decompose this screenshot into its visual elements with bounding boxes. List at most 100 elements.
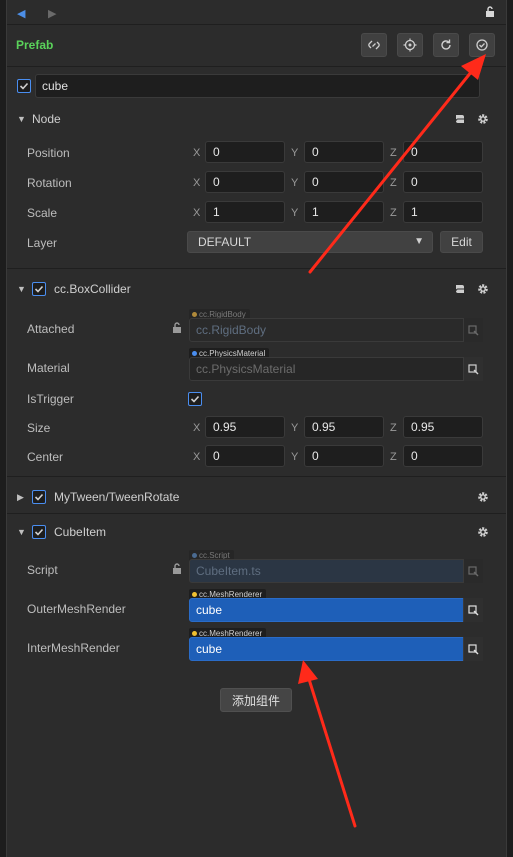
size-label: Size [27,421,51,435]
axis-y-label: Y [291,207,299,219]
prefab-label: Prefab [16,38,54,52]
node-active-checkbox[interactable] [17,79,31,93]
axis-x-label: X [193,147,201,159]
axis-x-label: X [193,177,201,189]
script-field: CubeItem.ts [189,559,483,583]
center-label: Center [27,450,64,464]
node-name-input[interactable]: cube [35,74,480,98]
axis-y-label: Y [291,147,299,159]
axis-x-label: X [193,207,201,219]
expand-triangle-icon: ▼ [17,114,26,124]
expand-triangle-icon: ▼ [17,527,26,537]
size-x-input[interactable]: 0.95 [205,416,285,438]
center-z-input[interactable]: 0 [403,445,483,467]
inspector-panel: ◀ ▶ Prefab cube ▼ Node Position X 0 Y 0 … [6,0,507,857]
axis-x-label: X [193,422,201,434]
axis-z-label: Z [390,451,397,463]
lock-icon [172,322,182,336]
attached-label: Attached [27,322,75,336]
axis-z-label: Z [390,207,397,219]
node-section-header[interactable]: ▼ Node [17,108,497,130]
pick-icon [468,643,479,654]
outer-mesh-value: cube [196,603,223,617]
node-section-title: Node [32,112,61,126]
tween-section-title: MyTween/TweenRotate [54,490,180,504]
boxcollider-section-title: cc.BoxCollider [54,282,131,296]
attached-value: cc.RigidBody [196,323,267,337]
pick-asset-button [463,559,483,583]
settings-gear-icon[interactable] [477,526,489,541]
settings-gear-icon[interactable] [477,113,489,128]
axis-z-label: Z [390,422,397,434]
pick-icon [468,363,479,374]
position-z-input[interactable]: 0 [403,141,483,163]
forward-arrow-icon[interactable]: ▶ [48,7,56,20]
boxcollider-section-header[interactable]: ▼ cc.BoxCollider [17,278,417,300]
scale-x-input[interactable]: 1 [205,201,285,223]
collapse-triangle-icon: ▶ [17,491,24,502]
layer-select[interactable]: DEFAULT ▼ [187,231,433,253]
lock-icon [172,563,182,577]
scale-z-input[interactable]: 1 [403,201,483,223]
material-field[interactable]: cc.PhysicsMaterial [189,357,483,381]
target-icon [403,38,417,52]
unlink-prefab-button[interactable] [361,33,387,57]
pick-asset-button[interactable] [463,598,483,622]
settings-gear-icon[interactable] [477,283,489,298]
axis-z-label: Z [390,147,397,159]
axis-y-label: Y [291,451,299,463]
material-value: cc.PhysicsMaterial [196,362,296,376]
pick-asset-button[interactable] [463,637,483,661]
material-label: Material [27,361,70,375]
locate-prefab-button[interactable] [397,33,423,57]
rotation-z-input[interactable]: 0 [403,171,483,193]
outer-mesh-field[interactable]: cube [189,598,483,622]
back-arrow-icon[interactable]: ◀ [17,7,25,20]
help-book-icon[interactable] [454,283,466,298]
unlink-icon [368,40,380,50]
cubeitem-enabled-checkbox[interactable] [32,525,46,539]
position-x-input[interactable]: 0 [205,141,285,163]
revert-prefab-button[interactable] [433,33,459,57]
tween-section-header[interactable]: ▶ MyTween/TweenRotate [17,486,417,508]
apply-prefab-button[interactable] [469,33,495,57]
pick-icon [468,324,479,335]
layer-value: DEFAULT [198,235,252,249]
size-y-input[interactable]: 0.95 [304,416,384,438]
position-label: Position [27,146,70,160]
add-component-button[interactable]: 添加组件 [220,688,292,712]
inter-mesh-field[interactable]: cube [189,637,483,661]
scale-label: Scale [27,206,58,220]
lock-icon[interactable] [485,6,495,20]
layer-edit-button[interactable]: Edit [440,231,483,253]
script-label: Script [27,563,58,577]
cubeitem-section-header[interactable]: ▼ CubeItem [17,521,417,543]
istrigger-checkbox[interactable] [188,392,202,406]
cubeitem-section-title: CubeItem [54,525,107,539]
pick-icon [468,565,479,576]
layer-label: Layer [27,236,58,250]
help-book-icon[interactable] [454,113,466,128]
boxcollider-enabled-checkbox[interactable] [32,282,46,296]
axis-y-label: Y [291,422,299,434]
rotation-x-input[interactable]: 0 [205,171,285,193]
position-y-input[interactable]: 0 [304,141,384,163]
outer-mesh-label: OuterMeshRender [27,602,126,616]
script-value: CubeItem.ts [196,564,261,578]
axis-z-label: Z [390,177,397,189]
center-x-input[interactable]: 0 [205,445,285,467]
settings-gear-icon[interactable] [477,491,489,506]
axis-y-label: Y [291,177,299,189]
dropdown-arrow-icon: ▼ [414,236,424,247]
scale-y-input[interactable]: 1 [304,201,384,223]
center-y-input[interactable]: 0 [304,445,384,467]
expand-triangle-icon: ▼ [17,284,26,294]
axis-x-label: X [193,451,201,463]
rotation-y-input[interactable]: 0 [304,171,384,193]
tween-enabled-checkbox[interactable] [32,490,46,504]
size-z-input[interactable]: 0.95 [403,416,483,438]
refresh-icon [441,39,451,50]
inter-mesh-label: InterMeshRender [27,641,120,655]
pick-asset-button[interactable] [463,357,483,381]
pick-asset-button [463,318,483,342]
